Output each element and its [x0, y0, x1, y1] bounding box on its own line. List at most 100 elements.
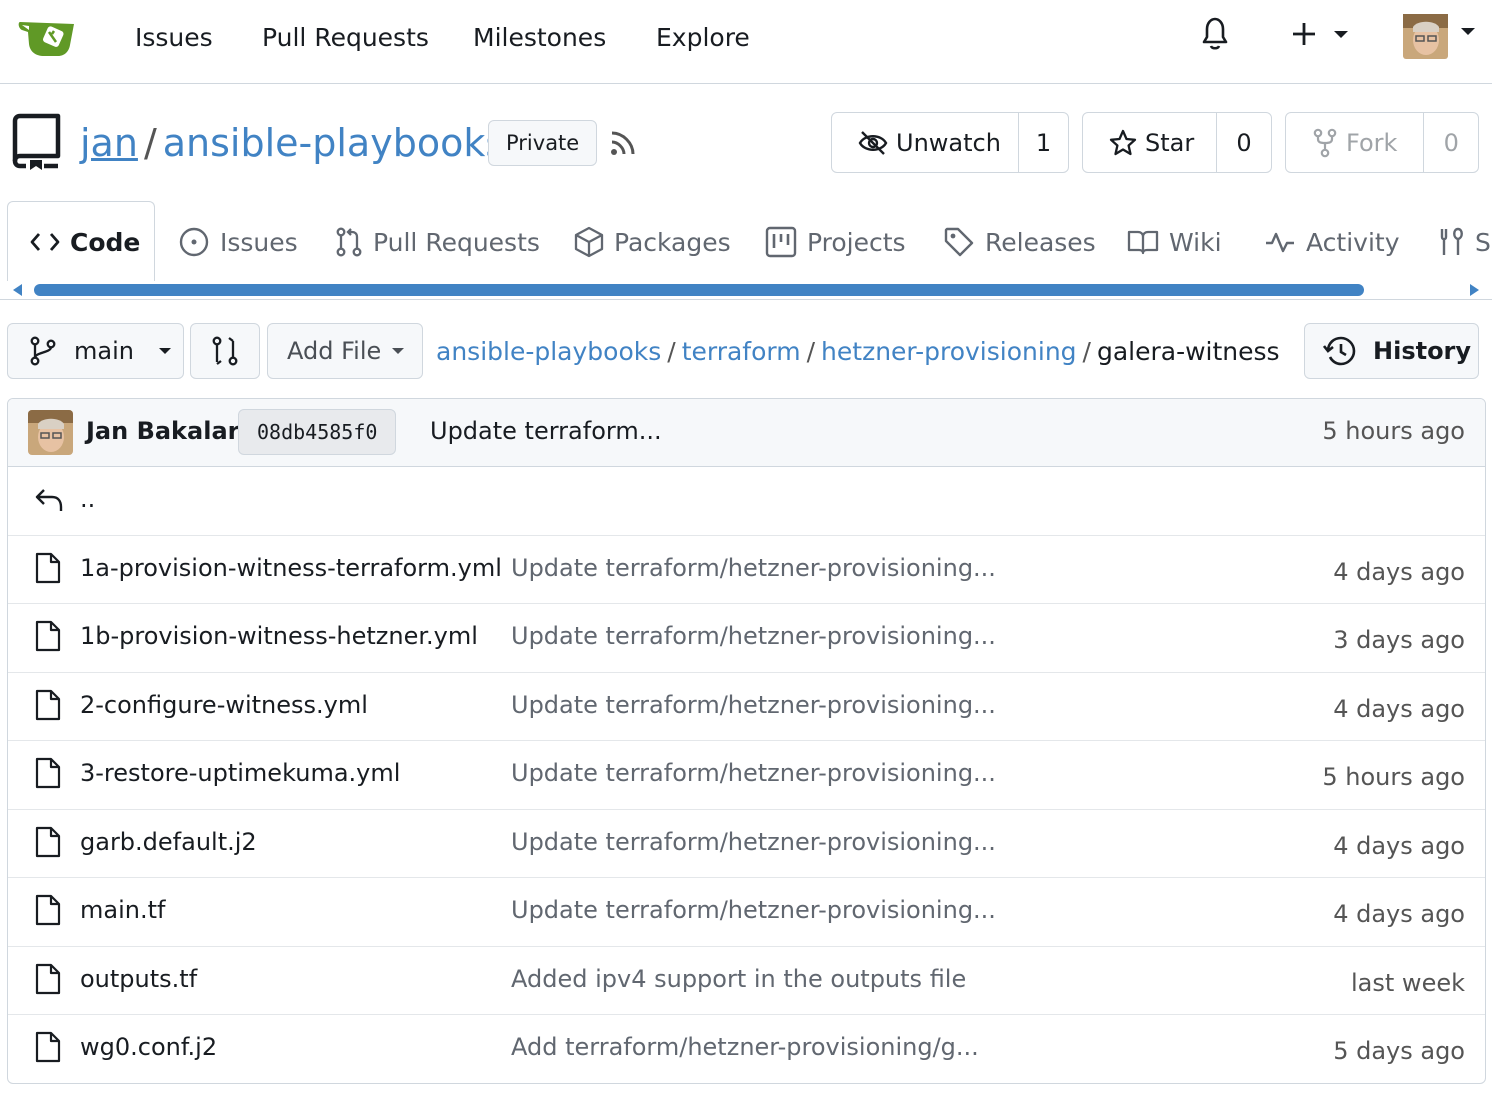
tab-wiki-label: Wiki	[1169, 227, 1222, 257]
tools-icon	[1437, 227, 1465, 257]
file-commit-time: 4 days ago	[1333, 831, 1465, 860]
gitea-logo-icon[interactable]	[18, 16, 78, 58]
file-row[interactable]: outputs.tf Added ipv4 support in the out…	[8, 947, 1485, 1015]
breadcrumb-hetzner-link[interactable]: hetzner-provisioning	[821, 337, 1076, 366]
file-row[interactable]: 1a-provision-witness-terraform.yml Updat…	[8, 536, 1485, 604]
file-name-link[interactable]: 3-restore-uptimekuma.yml	[80, 759, 400, 787]
rss-feed-icon[interactable]	[608, 128, 638, 158]
add-file-dropdown[interactable]: Add File	[267, 323, 423, 379]
repo-title: jan / ansible-playbooks	[80, 118, 505, 168]
tab-wiki[interactable]: Wiki	[1127, 218, 1222, 266]
file-name-link[interactable]: 1b-provision-witness-hetzner.yml	[80, 622, 478, 650]
commit-author-avatar[interactable]	[28, 410, 73, 455]
file-row[interactable]: wg0.conf.j2 Add terraform/hetzner-provis…	[8, 1015, 1485, 1083]
file-commit-time: 4 days ago	[1333, 694, 1465, 723]
file-list-table: Jan Bakalar 08db4585f0 Update terraform.…	[7, 398, 1486, 1084]
fork-button[interactable]: Fork	[1286, 113, 1423, 172]
file-commit-message[interactable]: Update terraform/hetzner-provisioning...	[511, 896, 996, 924]
file-icon	[34, 894, 62, 926]
tab-code[interactable]: Code	[30, 218, 140, 266]
history-button[interactable]: History	[1304, 323, 1479, 379]
repo-title-separator: /	[143, 121, 157, 165]
file-icon	[34, 689, 62, 721]
tab-packages[interactable]: Packages	[574, 218, 731, 266]
file-name-link[interactable]: wg0.conf.j2	[80, 1033, 217, 1061]
repo-name-link[interactable]: ansible-playbooks	[163, 121, 505, 165]
fork-button-group: Fork 0	[1285, 112, 1479, 173]
pull-request-icon	[335, 226, 363, 258]
unwatch-button[interactable]: Unwatch	[832, 113, 1018, 172]
project-icon	[765, 226, 797, 258]
latest-commit-row: Jan Bakalar 08db4585f0 Update terraform.…	[8, 399, 1485, 467]
file-commit-message[interactable]: Update terraform/hetzner-provisioning...	[511, 828, 996, 856]
breadcrumb-repo-link[interactable]: ansible-playbooks	[436, 337, 661, 366]
star-icon	[1109, 129, 1137, 157]
commit-message[interactable]: Update terraform...	[430, 417, 662, 445]
tab-projects[interactable]: Projects	[765, 218, 906, 266]
file-name-link[interactable]: 1a-provision-witness-terraform.yml	[80, 554, 502, 582]
file-row[interactable]: garb.default.j2 Update terraform/hetzner…	[8, 810, 1485, 878]
compare-button[interactable]	[190, 323, 260, 379]
issue-icon	[178, 226, 210, 258]
file-commit-message[interactable]: Added ipv4 support in the outputs file	[511, 965, 966, 993]
tab-releases[interactable]: Releases	[943, 218, 1096, 266]
tab-activity[interactable]: Activity	[1264, 218, 1400, 266]
nav-explore-link[interactable]: Explore	[656, 22, 750, 54]
file-row[interactable]: 3-restore-uptimekuma.yml Update terrafor…	[8, 741, 1485, 810]
tabs-scrollbar[interactable]	[34, 284, 1364, 296]
tabbar-divider	[0, 299, 1492, 300]
branch-selector[interactable]: main	[7, 323, 184, 379]
star-button[interactable]: Star	[1083, 113, 1216, 172]
create-new-plus-icon[interactable]	[1290, 20, 1352, 50]
eye-closed-icon	[858, 129, 888, 157]
parent-dir-row[interactable]: ..	[8, 467, 1485, 536]
file-commit-time: last week	[1351, 968, 1465, 997]
file-name-link[interactable]: main.tf	[80, 896, 165, 924]
breadcrumb-terraform-link[interactable]: terraform	[682, 337, 801, 366]
tab-settings-label: S	[1475, 227, 1491, 257]
nav-milestones-link[interactable]: Milestones	[473, 22, 606, 54]
file-name-link[interactable]: garb.default.j2	[80, 828, 257, 856]
nav-pull-requests-link[interactable]: Pull Requests	[262, 22, 429, 54]
breadcrumb-current: galera-witness	[1096, 337, 1280, 366]
branch-chevron-down-icon	[158, 346, 172, 356]
tab-pull-requests[interactable]: Pull Requests	[335, 218, 540, 266]
notifications-bell-icon[interactable]	[1198, 16, 1232, 52]
file-row[interactable]: 1b-provision-witness-hetzner.yml Update …	[8, 604, 1485, 673]
tab-code-label: Code	[70, 227, 141, 257]
user-avatar-menu[interactable]	[1403, 14, 1479, 60]
file-commit-message[interactable]: Update terraform/hetzner-provisioning...	[511, 691, 996, 719]
nav-issues-link[interactable]: Issues	[135, 22, 213, 54]
code-icon	[30, 230, 60, 254]
tab-settings[interactable]: S	[1437, 218, 1491, 266]
file-commit-message[interactable]: Update terraform/hetzner-provisioning...	[511, 554, 996, 582]
star-label: Star	[1145, 128, 1195, 157]
file-row[interactable]: 2-configure-witness.yml Update terraform…	[8, 673, 1485, 741]
file-commit-time: 5 hours ago	[1322, 763, 1465, 791]
tabs-scroll-left-arrow-icon[interactable]	[12, 283, 24, 297]
file-commit-message[interactable]: Add terraform/hetzner-provisioning/g...	[511, 1033, 979, 1061]
pulse-icon	[1264, 228, 1296, 256]
file-commit-message[interactable]: Update terraform/hetzner-provisioning...	[511, 759, 996, 787]
file-row[interactable]: main.tf Update terraform/hetzner-provisi…	[8, 878, 1485, 947]
commit-sha-label[interactable]: 08db4585f0	[238, 409, 397, 455]
forks-count[interactable]: 0	[1423, 113, 1478, 172]
commit-author-name[interactable]: Jan Bakalar	[86, 417, 239, 445]
tabs-scroll-right-arrow-icon[interactable]	[1468, 283, 1480, 297]
file-name-link[interactable]: outputs.tf	[80, 965, 197, 993]
tab-activity-label: Activity	[1306, 227, 1400, 257]
parent-dir-link[interactable]: ..	[80, 485, 95, 513]
watchers-count[interactable]: 1	[1018, 113, 1068, 172]
stars-count[interactable]: 0	[1216, 113, 1271, 172]
file-commit-message[interactable]: Update terraform/hetzner-provisioning...	[511, 622, 996, 650]
history-clock-icon	[1323, 335, 1357, 367]
breadcrumb-separator: /	[1082, 337, 1091, 366]
branch-name: main	[74, 337, 134, 365]
breadcrumb-separator: /	[806, 337, 816, 366]
file-commit-time: 4 days ago	[1333, 557, 1465, 586]
repo-owner-link[interactable]: jan	[80, 121, 138, 165]
file-name-link[interactable]: 2-configure-witness.yml	[80, 691, 368, 719]
tab-issues[interactable]: Issues	[178, 218, 298, 266]
file-commit-time: 3 days ago	[1333, 626, 1465, 654]
fork-label: Fork	[1346, 128, 1398, 157]
